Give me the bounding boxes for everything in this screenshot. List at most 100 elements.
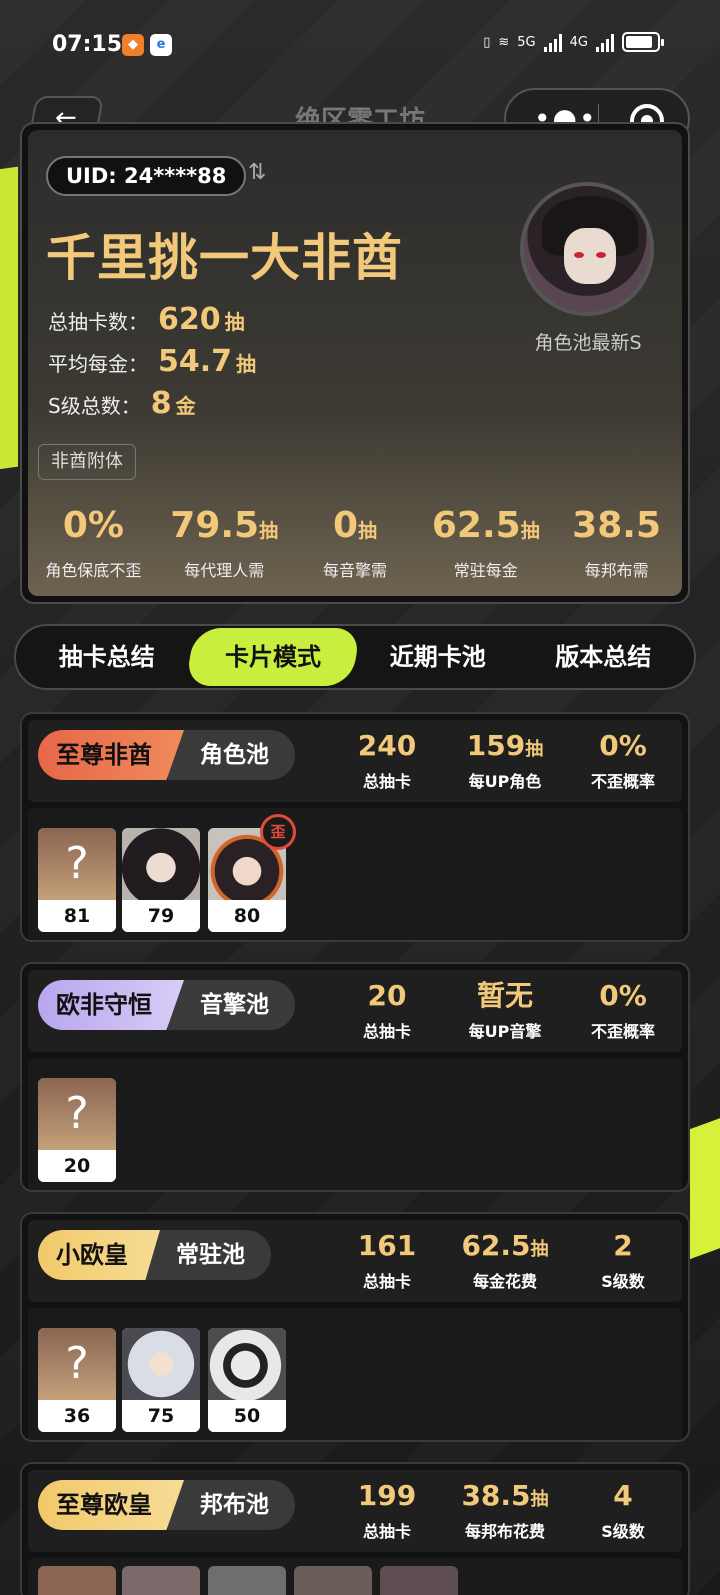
player-title: 千里挑一大非酋 xyxy=(46,229,403,287)
stat-avg-per-gold: 平均每金： 54.7 抽 xyxy=(48,344,256,379)
pool-type-label: 邦布池 xyxy=(168,1480,295,1530)
pool-stat: 199 总抽卡 xyxy=(328,1478,446,1542)
pool-header: 至尊非酋 角色池 240 总抽卡 159抽 每UP角色 0% 不歪概率 xyxy=(28,720,682,802)
metric-item: 79.5抽 每代理人需 xyxy=(159,506,290,581)
pool-stat: 20 总抽卡 xyxy=(328,978,446,1042)
pool-stat-value: 199 xyxy=(357,1479,417,1512)
pool-stat-label: 每UP音擎 xyxy=(468,1022,542,1041)
pool-stat-value: 62.5 xyxy=(461,1229,531,1262)
pool-card-character[interactable]: 至尊非酋 角色池 240 总抽卡 159抽 每UP角色 0% 不歪概率 ? 81 79… xyxy=(20,712,690,942)
tab-summary[interactable]: 抽卡总结 xyxy=(24,628,190,686)
card-pull-count: 36 xyxy=(38,1400,116,1432)
metric-unit: 抽 xyxy=(259,520,279,542)
pool-stat-label: 每金花费 xyxy=(472,1272,537,1291)
profile-card-inner: UID: 24****88 ⇅ 千里挑一大非酋 总抽卡数： 620 抽 平均每金： 5… xyxy=(28,130,682,596)
character-card-wrapper: 80 歪 xyxy=(208,814,296,932)
character-card[interactable]: 75 xyxy=(122,1328,200,1432)
stat-s-total: S级总数： 8 金 xyxy=(48,386,196,421)
character-card[interactable] xyxy=(294,1566,372,1595)
pool-stat: 159抽 每UP角色 xyxy=(446,728,564,792)
character-card[interactable] xyxy=(122,1566,200,1595)
metric-unit: 抽 xyxy=(520,520,540,542)
pool-stat-value: 2 xyxy=(613,1229,633,1262)
swap-account-icon[interactable]: ⇅ xyxy=(248,160,266,185)
tab-version-summary[interactable]: 版本总结 xyxy=(521,628,687,686)
pool-stat-value: 38.5 xyxy=(461,1479,531,1512)
pool-type-label: 音擎池 xyxy=(168,980,295,1030)
pool-type-label: 常驻池 xyxy=(144,1230,271,1280)
stat-total-pulls: 总抽卡数： 620 抽 xyxy=(48,302,245,337)
pool-stat: 0% 不歪概率 xyxy=(564,728,682,792)
metric-value: 62.5 xyxy=(431,505,521,546)
character-portrait xyxy=(122,1328,200,1400)
pool-stat-label: 总抽卡 xyxy=(362,1022,411,1041)
metric-item: 0% 角色保底不歪 xyxy=(28,506,159,581)
stat-label: S级总数： xyxy=(48,394,141,418)
signal-bars-2-icon xyxy=(596,32,614,52)
network-5g-label: 5G xyxy=(517,34,536,50)
pool-stat: 161 总抽卡 xyxy=(328,1228,446,1292)
pool-badge: 至尊欧皇 邦布池 xyxy=(38,1480,295,1530)
character-card[interactable] xyxy=(208,1566,286,1595)
pool-stat-value: 暂无 xyxy=(476,979,533,1012)
pool-badge: 至尊非酋 角色池 xyxy=(38,730,295,780)
pool-stats: 240 总抽卡 159抽 每UP角色 0% 不歪概率 xyxy=(328,728,682,792)
notification-app-icon: ◆ xyxy=(122,34,144,56)
pool-cards xyxy=(28,1558,682,1595)
stat-value: 8 xyxy=(150,386,172,421)
stat-unit: 抽 xyxy=(224,310,245,334)
pool-stat-label: 总抽卡 xyxy=(362,772,411,791)
character-card[interactable] xyxy=(380,1566,458,1595)
pool-card-wengine[interactable]: 欧非守恒 音擎池 20 总抽卡 暂无 每UP音擎 0% 不歪概率 ? 20 xyxy=(20,962,690,1192)
pool-header: 小欧皇 常驻池 161 总抽卡 62.5抽 每金花费 2 S级数 xyxy=(28,1220,682,1302)
tab-card-mode[interactable]: 卡片模式 xyxy=(184,628,361,686)
pool-stat: 240 总抽卡 xyxy=(328,728,446,792)
pending-card[interactable]: ? 20 xyxy=(38,1078,116,1182)
latest-s-avatar[interactable] xyxy=(520,182,654,316)
pool-rank-label: 欧非守恒 xyxy=(38,980,184,1030)
pool-stats: 199 总抽卡 38.5抽 每邦布花费 4 S级数 xyxy=(328,1478,682,1542)
pool-header: 至尊欧皇 邦布池 199 总抽卡 38.5抽 每邦布花费 4 S级数 xyxy=(28,1470,682,1552)
metric-item: 62.5抽 常驻每金 xyxy=(420,506,551,581)
avatar-eye xyxy=(574,252,584,258)
character-card[interactable] xyxy=(38,1566,116,1595)
pool-stat-value: 0% xyxy=(599,729,647,762)
pool-stat: 38.5抽 每邦布花费 xyxy=(446,1478,564,1542)
unknown-card-icon: ? xyxy=(38,1328,116,1400)
pool-stat-value: 20 xyxy=(367,979,407,1012)
pool-stat-label: S级数 xyxy=(601,1272,645,1291)
luck-tag: 非酋附体 xyxy=(38,444,136,480)
pool-stat-label: 不歪概率 xyxy=(590,772,655,791)
pool-stat-label: S级数 xyxy=(601,1522,645,1541)
system-icons: ▯ ≋ 5G 4G xyxy=(483,32,664,52)
card-pull-count: 50 xyxy=(208,1400,286,1432)
pending-card[interactable]: ? 81 xyxy=(38,828,116,932)
pool-card-standard[interactable]: 小欧皇 常驻池 161 总抽卡 62.5抽 每金花费 2 S级数 ? 36 75 50 xyxy=(20,1212,690,1442)
network-4g-label: 4G xyxy=(569,34,588,50)
pool-stats: 20 总抽卡 暂无 每UP音擎 0% 不歪概率 xyxy=(328,978,682,1042)
tab-recent-pools[interactable]: 近期卡池 xyxy=(355,628,521,686)
pending-card[interactable]: ? 36 xyxy=(38,1328,116,1432)
decor-stripe-left xyxy=(0,166,18,474)
metric-unit: 抽 xyxy=(358,520,378,542)
character-portrait xyxy=(122,828,200,900)
pool-stats: 161 总抽卡 62.5抽 每金花费 2 S级数 xyxy=(328,1228,682,1292)
stat-value: 54.7 xyxy=(158,344,233,379)
status-bar: 07:15 ◆ e ▯ ≋ 5G 4G xyxy=(0,0,720,90)
stat-unit: 金 xyxy=(175,394,196,418)
pool-badge: 欧非守恒 音擎池 xyxy=(38,980,295,1030)
pool-rank-label: 至尊非酋 xyxy=(38,730,184,780)
off-banner-badge: 歪 xyxy=(260,814,296,850)
pool-card-bangboo[interactable]: 至尊欧皇 邦布池 199 总抽卡 38.5抽 每邦布花费 4 S级数 xyxy=(20,1462,690,1595)
metric-value: 79.5 xyxy=(170,505,260,546)
metric-label: 每代理人需 xyxy=(184,561,265,580)
uid-badge[interactable]: UID: 24****88 xyxy=(46,156,247,196)
stat-value: 620 xyxy=(158,302,221,337)
wifi-icon: ≋ xyxy=(498,34,510,50)
metric-label: 每音擎需 xyxy=(322,561,387,580)
pool-header: 欧非守恒 音擎池 20 总抽卡 暂无 每UP音擎 0% 不歪概率 xyxy=(28,970,682,1052)
avatar-face xyxy=(564,228,616,284)
character-card[interactable]: 50 xyxy=(208,1328,286,1432)
character-card[interactable]: 79 xyxy=(122,828,200,932)
decor-stripe-right xyxy=(690,1110,720,1260)
